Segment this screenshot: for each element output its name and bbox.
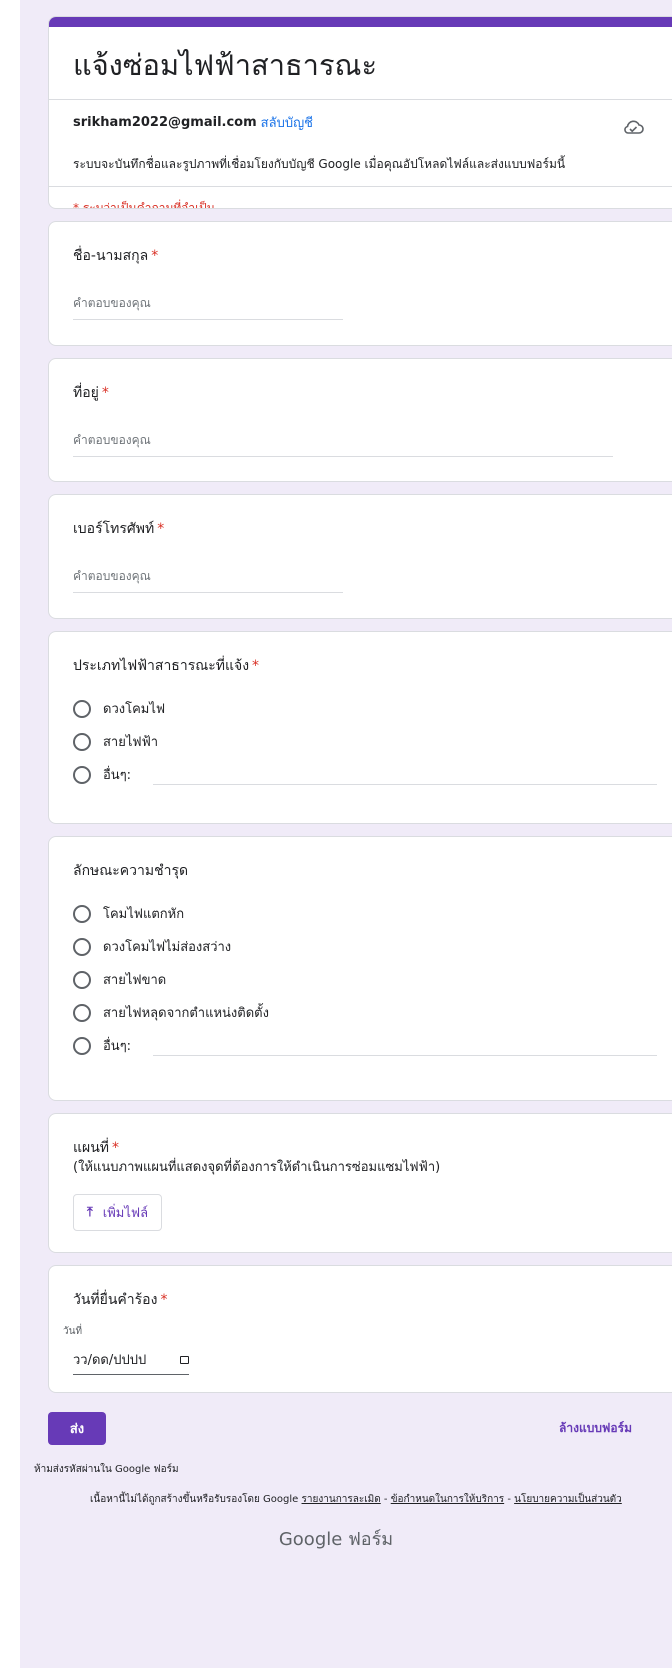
clear-form-button[interactable]: ล้างแบบฟอร์ม bbox=[559, 1419, 632, 1438]
calendar-icon[interactable] bbox=[180, 1355, 189, 1364]
add-file-button[interactable]: ⤒ เพิ่มไฟล์ bbox=[73, 1194, 163, 1231]
question-label: เบอร์โทรศัพท์ bbox=[73, 521, 155, 537]
name-input[interactable]: คำตอบของคุณ bbox=[73, 294, 343, 320]
question-title: ลักษณะความชำรุด bbox=[73, 861, 663, 881]
required-star: * bbox=[151, 248, 159, 264]
radio-circle-icon[interactable] bbox=[73, 904, 91, 923]
phone-input[interactable]: คำตอบของคุณ bbox=[73, 567, 343, 593]
password-warning: ห้ามส่งรหัสผ่านใน Google ฟอร์ม bbox=[34, 1464, 179, 1475]
radio-option[interactable]: ดวงโคมไฟไม่ส่องสว่าง bbox=[73, 930, 663, 963]
brand-forms: ฟอร์ม bbox=[348, 1529, 394, 1550]
question-label: วันที่ยื่นคำร้อง bbox=[73, 1292, 158, 1308]
question-title: แผนที่ * bbox=[73, 1138, 663, 1158]
terms-link[interactable]: ข้อกำหนดในการให้บริการ bbox=[391, 1494, 504, 1505]
address-input[interactable]: คำตอบของคุณ bbox=[73, 431, 613, 457]
form-title: แจ้งซ่อมไฟฟ้าสาธารณะ bbox=[49, 27, 672, 100]
submit-button[interactable]: ส่ง bbox=[48, 1412, 106, 1445]
required-star: * bbox=[252, 658, 260, 674]
question-date: วันที่ยื่นคำร้อง * วันที่ วว/ดด/ปปปป bbox=[48, 1265, 672, 1393]
disclaimer-text: เนื้อหานี้ไม่ได้ถูกสร้างขึ้นหรือรับรองโด… bbox=[90, 1494, 299, 1505]
cloud-check-icon bbox=[624, 120, 644, 134]
option-label: สายไฟหลุดจากตำแหน่งติดตั้ง bbox=[103, 1006, 269, 1021]
question-label: แผนที่ bbox=[73, 1140, 110, 1156]
damage-options: โคมไฟแตกหัก ดวงโคมไฟไม่ส่องสว่าง สายไฟขา… bbox=[73, 897, 663, 1062]
header-accent-bar bbox=[49, 17, 672, 27]
account-email: srikham2022@gmail.com bbox=[73, 115, 257, 130]
option-label: อื่นๆ: bbox=[103, 768, 132, 783]
upload-notice: ระบบจะบันทึกชื่อและรูปภาพที่เชื่อมโยงกับ… bbox=[49, 147, 672, 187]
question-label: ที่อยู่ bbox=[73, 385, 99, 401]
required-note: * ระบุว่าเป็นคำถามที่จำเป็น bbox=[73, 201, 216, 209]
date-placeholder: วว/ดด/ปปปป bbox=[73, 1353, 147, 1368]
page-left-strip bbox=[0, 0, 20, 1668]
separator: - bbox=[380, 1494, 391, 1505]
radio-option[interactable]: สายไฟฟ้า bbox=[73, 725, 663, 758]
separator: - bbox=[504, 1494, 515, 1505]
radio-circle-icon[interactable] bbox=[73, 699, 91, 718]
radio-option-other[interactable]: อื่นๆ: bbox=[73, 1029, 663, 1062]
option-label: โคมไฟแตกหัก bbox=[103, 907, 185, 922]
question-label: ชื่อ-นามสกุล bbox=[73, 248, 149, 264]
google-forms-logo[interactable]: Google ฟอร์ม bbox=[0, 1524, 672, 1553]
radio-option[interactable]: สายไฟหลุดจากตำแหน่งติดตั้ง bbox=[73, 996, 663, 1029]
form-container: แจ้งซ่อมไฟฟ้าสาธารณะ srikham2022@gmail.c… bbox=[48, 16, 672, 1405]
option-label: ดวงโคมไฟ bbox=[103, 702, 166, 717]
radio-circle-icon[interactable] bbox=[73, 1003, 91, 1022]
question-title: ชื่อ-นามสกุล * bbox=[73, 246, 663, 266]
required-star: * bbox=[157, 521, 165, 537]
question-name: ชื่อ-นามสกุล * คำตอบของคุณ bbox=[48, 221, 672, 346]
radio-option-other[interactable]: อื่นๆ: bbox=[73, 758, 663, 791]
option-label: สายไฟฟ้า bbox=[103, 735, 159, 750]
form-header-card: แจ้งซ่อมไฟฟ้าสาธารณะ srikham2022@gmail.c… bbox=[48, 16, 672, 209]
add-file-label: เพิ่มไฟล์ bbox=[102, 1206, 149, 1221]
type-options: ดวงโคมไฟ สายไฟฟ้า อื่นๆ: bbox=[73, 692, 663, 791]
date-input[interactable]: วว/ดด/ปปปป bbox=[73, 1349, 189, 1375]
required-star: * bbox=[101, 385, 109, 401]
radio-circle-icon[interactable] bbox=[73, 970, 91, 989]
question-label: ประเภทไฟฟ้าสาธารณะที่แจ้ง bbox=[73, 658, 250, 674]
question-address: ที่อยู่ * คำตอบของคุณ bbox=[48, 358, 672, 482]
privacy-link[interactable]: นโยบายความเป็นส่วนตัว bbox=[514, 1494, 622, 1505]
option-label: ดวงโคมไฟไม่ส่องสว่าง bbox=[103, 940, 232, 955]
question-label: ลักษณะความชำรุด bbox=[73, 863, 189, 879]
question-map: แผนที่ * (ให้แนบภาพแผนที่แสดงจุดที่ต้องกา… bbox=[48, 1113, 672, 1253]
brand-google: Google bbox=[278, 1529, 343, 1550]
radio-option[interactable]: โคมไฟแตกหัก bbox=[73, 897, 663, 930]
switch-account-link[interactable]: สลับบัญชี bbox=[261, 112, 313, 133]
account-row: srikham2022@gmail.com สลับบัญชี bbox=[49, 100, 672, 133]
option-label: อื่นๆ: bbox=[103, 1039, 132, 1054]
other-text-input[interactable] bbox=[153, 1036, 657, 1056]
question-title: ที่อยู่ * bbox=[73, 383, 663, 403]
question-title: เบอร์โทรศัพท์ * bbox=[73, 519, 663, 539]
required-star: * bbox=[160, 1292, 168, 1308]
question-description: (ให้แนบภาพแผนที่แสดงจุดที่ต้องการให้ดำเน… bbox=[73, 1160, 441, 1175]
required-star: * bbox=[112, 1140, 120, 1156]
radio-option[interactable]: สายไฟขาด bbox=[73, 963, 663, 996]
radio-option[interactable]: ดวงโคมไฟ bbox=[73, 692, 663, 725]
upload-icon: ⤒ bbox=[87, 1205, 93, 1220]
question-type: ประเภทไฟฟ้าสาธารณะที่แจ้ง * ดวงโคมไฟ สายไ… bbox=[48, 631, 672, 824]
question-title: ประเภทไฟฟ้าสาธารณะที่แจ้ง * bbox=[73, 656, 663, 676]
option-label: สายไฟขาด bbox=[103, 973, 167, 988]
radio-circle-icon[interactable] bbox=[73, 765, 91, 784]
footer-disclaimer: เนื้อหานี้ไม่ได้ถูกสร้างขึ้นหรือรับรองโด… bbox=[90, 1492, 622, 1507]
question-damage: ลักษณะความชำรุด โคมไฟแตกหัก ดวงโคมไฟไม่ส… bbox=[48, 836, 672, 1101]
question-phone: เบอร์โทรศัพท์ * คำตอบของคุณ bbox=[48, 494, 672, 619]
radio-circle-icon[interactable] bbox=[73, 1036, 91, 1055]
report-abuse-link[interactable]: รายงานการละเมิด bbox=[302, 1494, 381, 1505]
radio-circle-icon[interactable] bbox=[73, 937, 91, 956]
form-actions: ส่ง ล้างแบบฟอร์ม bbox=[48, 1412, 632, 1445]
other-text-input[interactable] bbox=[153, 765, 657, 785]
radio-circle-icon[interactable] bbox=[73, 732, 91, 751]
date-sub-label: วันที่ bbox=[63, 1326, 83, 1337]
question-title: วันที่ยื่นคำร้อง * bbox=[73, 1290, 663, 1310]
